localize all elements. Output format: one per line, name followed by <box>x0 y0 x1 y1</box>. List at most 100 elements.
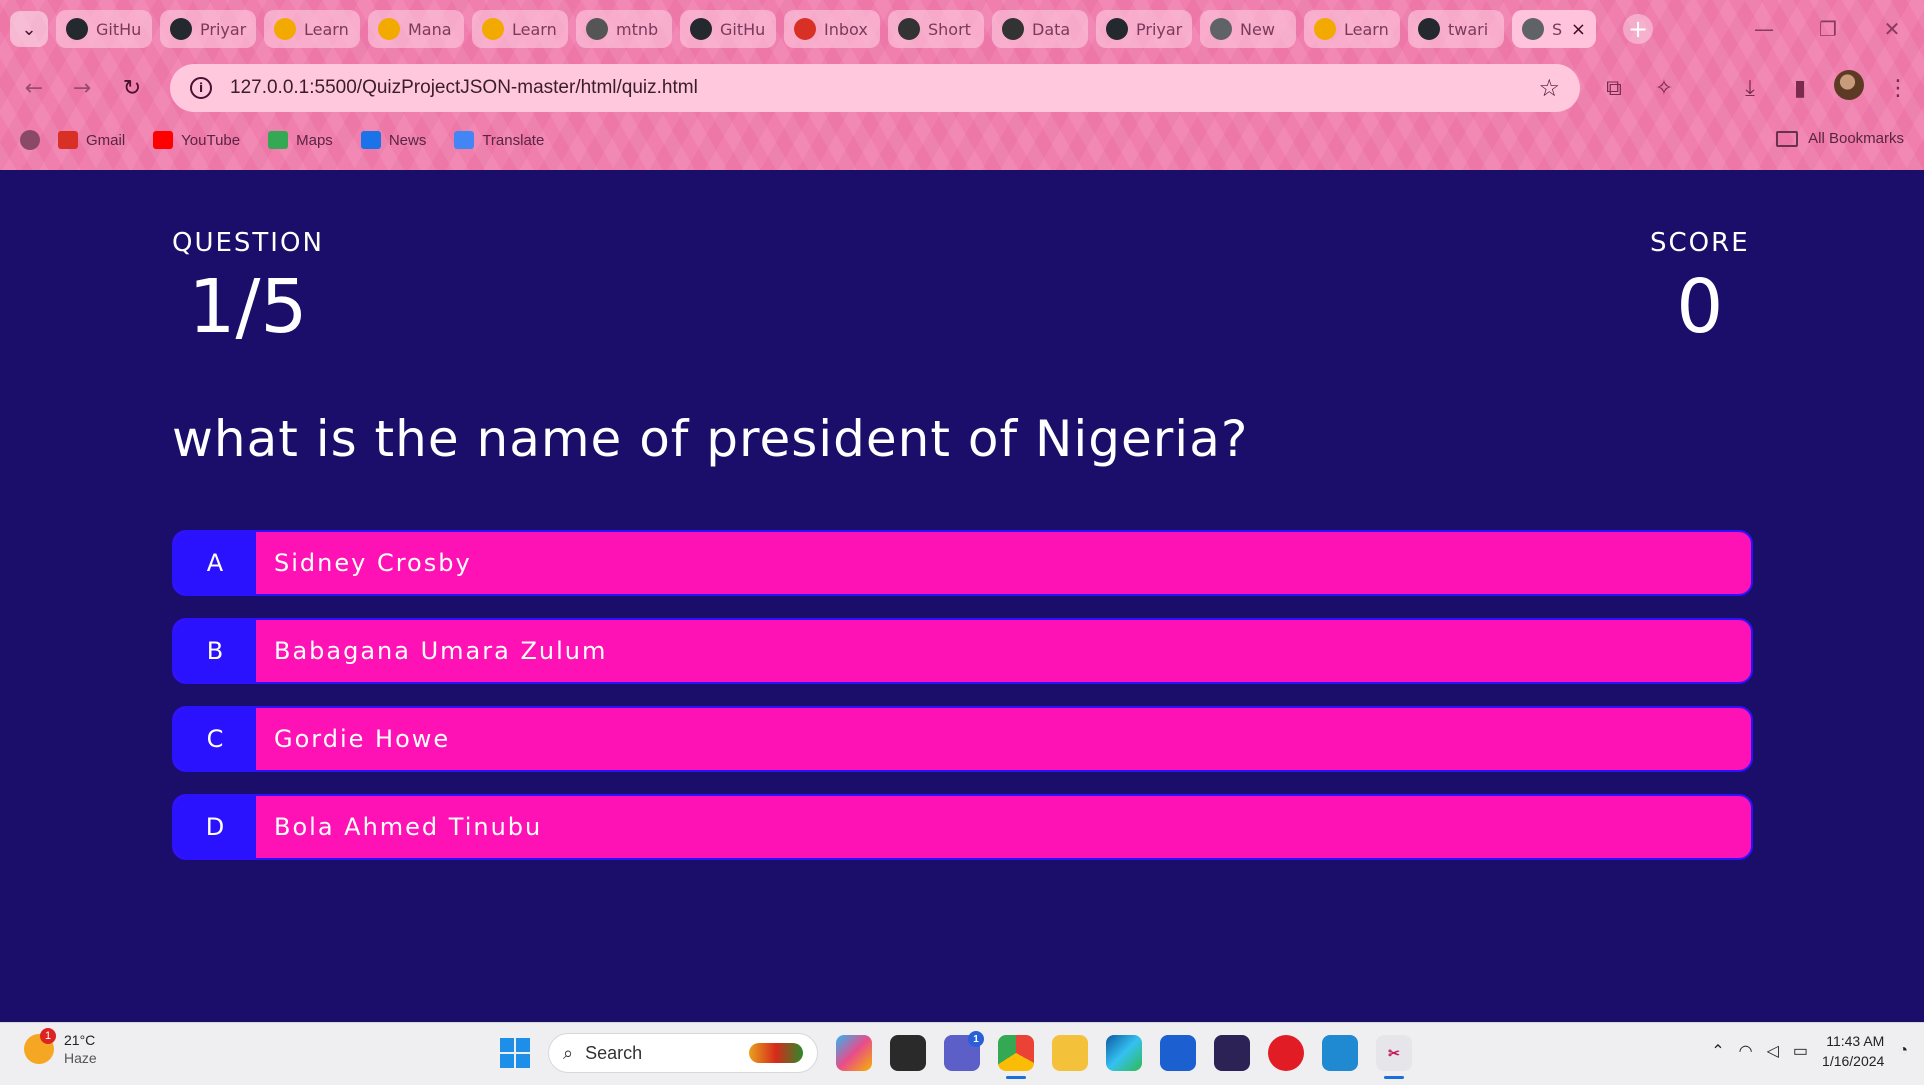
tray-chevron-up-icon[interactable]: ⌃ <box>1711 1041 1724 1061</box>
browser-tab[interactable]: Learn <box>264 10 360 48</box>
opera-icon[interactable] <box>1268 1035 1304 1071</box>
tab-label: Learn <box>1344 19 1389 39</box>
notification-icon[interactable]: ◔ <box>1898 1042 1908 1060</box>
github-icon <box>170 18 192 40</box>
browser-tab[interactable]: twari <box>1408 10 1504 48</box>
wifi-icon[interactable]: ◠ <box>1739 1041 1753 1061</box>
folder-icon <box>1776 130 1799 147</box>
back-icon[interactable]: ← <box>18 72 50 104</box>
mtn-icon <box>586 18 608 40</box>
option-c[interactable]: C Gordie Howe <box>172 706 1753 772</box>
battery-icon[interactable]: ▭ <box>1793 1041 1808 1061</box>
tab-label: Data <box>1032 19 1071 39</box>
weather-widget[interactable]: 1 21°C Haze <box>24 1028 97 1067</box>
new-tab-button[interactable]: + <box>1623 14 1653 44</box>
option-prefix: A <box>174 532 256 594</box>
bookmark-item[interactable]: Translate <box>454 131 544 149</box>
teams-icon[interactable]: 1 <box>944 1031 984 1071</box>
github-icon <box>690 18 712 40</box>
browser-tab[interactable]: GitHu <box>680 10 776 48</box>
task-view-icon[interactable] <box>890 1035 926 1071</box>
menu-icon[interactable]: ⋮ <box>1882 70 1914 106</box>
tab-label: Mana <box>408 19 452 39</box>
clock-time: 11:43 AM <box>1826 1033 1885 1049</box>
store-icon[interactable] <box>1160 1035 1196 1071</box>
edge-icon[interactable] <box>1106 1035 1142 1071</box>
search-icon: ⌕ <box>563 1042 574 1063</box>
clock[interactable]: 11:43 AM 1/16/2024 <box>1822 1031 1884 1071</box>
active-browser-tab[interactable]: S × <box>1512 10 1596 48</box>
option-text: Bola Ahmed Tinubu <box>274 813 543 841</box>
browser-tab[interactable]: Short <box>888 10 984 48</box>
browser-tab[interactable]: Priyar <box>160 10 256 48</box>
tab-label: Short <box>928 19 971 39</box>
chrome-icon <box>1210 18 1232 40</box>
option-prefix: B <box>174 620 256 682</box>
tab-label: Priyar <box>200 19 247 39</box>
bookmark-item[interactable]: Gmail <box>58 131 125 149</box>
site-info-icon[interactable]: i <box>190 77 212 99</box>
taskbar-search-label: Search <box>585 1042 643 1063</box>
option-d[interactable]: D Bola Ahmed Tinubu <box>172 794 1753 860</box>
all-bookmarks-label: All Bookmarks <box>1808 130 1904 147</box>
teams-badge: 1 <box>968 1031 984 1047</box>
option-prefix: D <box>174 796 256 858</box>
taskbar-search[interactable]: ⌕ Search <box>548 1033 818 1073</box>
extensions-icon[interactable]: ✧ <box>1648 70 1680 106</box>
cast-icon[interactable]: ⧉ <box>1598 70 1630 106</box>
tab-label: S <box>1552 19 1563 39</box>
option-a[interactable]: A Sidney Crosby <box>172 530 1753 596</box>
window-controls: — ❐ ✕ <box>1732 0 1924 58</box>
browser-tab[interactable]: Mana <box>368 10 464 48</box>
system-tray: ⌃ ◠ ◁ ▭ 11:43 AM 1/16/2024 ◔ <box>1711 1031 1908 1071</box>
windows-start-icon[interactable] <box>500 1038 530 1068</box>
tab-search-button[interactable]: ⌄ <box>10 11 48 47</box>
hot-icon <box>1002 18 1024 40</box>
browser-tab[interactable]: New <box>1200 10 1296 48</box>
bookmark-star-icon[interactable]: ☆ <box>1538 74 1560 102</box>
bookmark-item[interactable]: Maps <box>268 131 333 149</box>
copilot-icon[interactable] <box>836 1035 872 1071</box>
browser-tab[interactable]: mtnb <box>576 10 672 48</box>
tab-label: Learn <box>304 19 349 39</box>
bookmark-item[interactable]: News <box>360 131 426 149</box>
browser-tab[interactable]: Data <box>992 10 1088 48</box>
tab-strip: ⌄ GitHu Priyar Learn Mana Learn mtnb GitHu Inbo… <box>0 0 1924 58</box>
browser-tab[interactable]: Learn <box>1304 10 1400 48</box>
browser-tab[interactable]: Priyar <box>1096 10 1192 48</box>
weather-condition: Haze <box>64 1050 97 1066</box>
browser-tab[interactable]: Inbox <box>784 10 880 48</box>
github-icon <box>66 18 88 40</box>
analytics-icon <box>1314 18 1336 40</box>
browser-toolbar: ← → ↻ i 127.0.0.1:5500/QuizProjectJSON-m… <box>0 58 1924 118</box>
minimize-icon[interactable]: — <box>1732 0 1796 58</box>
chrome-icon[interactable] <box>998 1035 1034 1079</box>
close-window-icon[interactable]: ✕ <box>1860 0 1924 58</box>
score-hud: SCORE 0 <box>1650 228 1750 344</box>
side-panel-icon[interactable]: ▮ <box>1784 70 1816 106</box>
question-text: what is the name of president of Nigeria… <box>172 410 1249 468</box>
profile-avatar[interactable] <box>1834 70 1864 100</box>
volume-icon[interactable]: ◁ <box>1767 1041 1779 1061</box>
snipping-tool-icon[interactable]: ✂ <box>1376 1035 1412 1079</box>
file-explorer-icon[interactable] <box>1052 1035 1088 1071</box>
maximize-icon[interactable]: ❐ <box>1796 0 1860 58</box>
option-prefix: C <box>174 708 256 770</box>
browser-tab[interactable]: Learn <box>472 10 568 48</box>
option-b[interactable]: B Babagana Umara Zulum <box>172 618 1753 684</box>
eclipse-icon[interactable] <box>1214 1035 1250 1071</box>
bookmark-label: Translate <box>482 131 545 149</box>
reload-icon[interactable]: ↻ <box>116 72 148 104</box>
bookmark-label: Maps <box>296 131 333 149</box>
forward-icon[interactable]: → <box>66 72 98 104</box>
bookmark-item[interactable]: YouTube <box>153 131 240 149</box>
close-tab-icon[interactable]: × <box>1571 19 1586 40</box>
vscode-icon[interactable] <box>1322 1035 1358 1071</box>
browser-tab[interactable]: GitHu <box>56 10 152 48</box>
weather-badge: 1 <box>40 1028 56 1044</box>
all-bookmarks-button[interactable]: All Bookmarks <box>1776 130 1904 147</box>
address-bar[interactable]: i 127.0.0.1:5500/QuizProjectJSON-master/… <box>170 64 1580 112</box>
tab-label: twari <box>1448 19 1489 39</box>
apps-globe-icon[interactable] <box>20 130 40 150</box>
download-icon[interactable]: ⤓ <box>1734 70 1766 106</box>
